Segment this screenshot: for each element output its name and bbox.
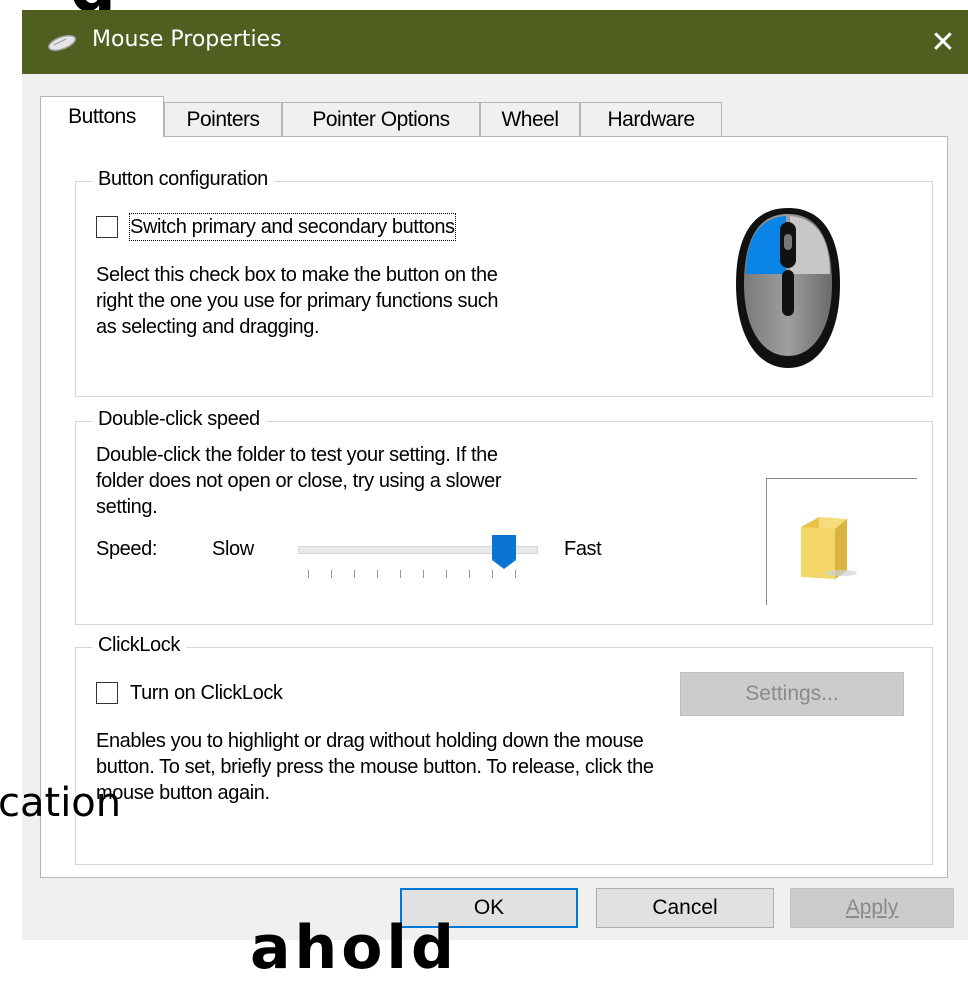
clicklock-description-line: button. To set, briefly press the mouse … — [96, 756, 654, 778]
mouse-properties-dialog: Mouse Properties ✕ Buttons Pointers Poin… — [22, 10, 968, 940]
tab-hardware[interactable]: Hardware — [580, 102, 722, 136]
slider-tick — [331, 570, 332, 578]
speed-label: Speed: — [96, 538, 157, 560]
slider-tick — [377, 570, 378, 578]
slider-tick — [308, 570, 309, 578]
slider-tick — [423, 570, 424, 578]
cancel-button-label: Cancel — [652, 896, 718, 919]
clicklock-description-line: Enables you to highlight or drag without… — [96, 730, 644, 752]
button-config-description-line: as selecting and dragging. — [96, 316, 320, 338]
speed-slider[interactable] — [298, 534, 538, 584]
settings-button[interactable]: Settings... — [680, 672, 904, 716]
double-click-speed-group: Double-click speed Double-click the fold… — [75, 408, 933, 625]
settings-button-label: Settings... — [745, 682, 839, 705]
close-button[interactable]: ✕ — [916, 10, 968, 74]
button-config-description-line: Select this check box to make the button… — [96, 264, 498, 286]
tab-label: Pointers — [186, 107, 260, 131]
tab-panel-buttons: Button configuration Switch primary and … — [40, 136, 948, 878]
tab-label: Pointer Options — [312, 107, 450, 131]
mouse-icon — [47, 34, 77, 52]
background-text-left: cation — [0, 780, 122, 826]
double-click-description-line: setting. — [96, 496, 158, 518]
group-label: Button configuration — [92, 168, 274, 191]
cancel-button[interactable]: Cancel — [596, 888, 774, 928]
slider-tick — [492, 570, 493, 578]
switch-buttons-label[interactable]: Switch primary and secondary buttons — [129, 213, 456, 241]
apply-button-label: Apply — [845, 896, 899, 919]
double-click-description-line: folder does not open or close, try using… — [96, 470, 502, 492]
group-label: ClickLock — [92, 634, 186, 657]
clicklock-description-line: mouse button again. — [96, 782, 270, 804]
tab-label: Wheel — [501, 107, 559, 131]
window-title: Mouse Properties — [92, 27, 282, 52]
group-label: Double-click speed — [92, 408, 266, 431]
folder-icon[interactable] — [797, 513, 861, 579]
background-text-bottom: ahold — [250, 913, 458, 983]
slider-thumb[interactable] — [491, 534, 517, 570]
button-configuration-group: Button configuration Switch primary and … — [75, 168, 933, 397]
clicklock-group: ClickLock Turn on ClickLock Settings... … — [75, 634, 933, 865]
slider-tick — [446, 570, 447, 578]
fast-label: Fast — [564, 538, 602, 560]
clicklock-label[interactable]: Turn on ClickLock — [130, 680, 283, 706]
slider-tick — [469, 570, 470, 578]
mouse-illustration — [736, 208, 840, 368]
title-bar[interactable]: Mouse Properties ✕ — [22, 10, 968, 74]
slider-tick — [354, 570, 355, 578]
tab-label: Hardware — [607, 107, 695, 131]
tab-label: Buttons — [68, 105, 136, 128]
tab-pointers[interactable]: Pointers — [164, 102, 282, 136]
clicklock-checkbox[interactable] — [96, 682, 118, 704]
slow-label: Slow — [212, 538, 254, 560]
apply-button[interactable]: Apply — [790, 888, 954, 928]
tab-buttons[interactable]: Buttons — [40, 96, 164, 137]
test-area[interactable] — [766, 478, 917, 605]
ok-button-label: OK — [473, 896, 505, 919]
button-config-description-line: right the one you use for primary functi… — [96, 290, 499, 312]
tab-pointer-options[interactable]: Pointer Options — [282, 102, 480, 136]
close-icon: ✕ — [930, 24, 956, 60]
double-click-description-line: Double-click the folder to test your set… — [96, 444, 498, 466]
slider-tick — [400, 570, 401, 578]
tab-wheel[interactable]: Wheel — [480, 102, 580, 136]
switch-buttons-checkbox[interactable] — [96, 216, 118, 238]
slider-tick — [515, 570, 516, 578]
